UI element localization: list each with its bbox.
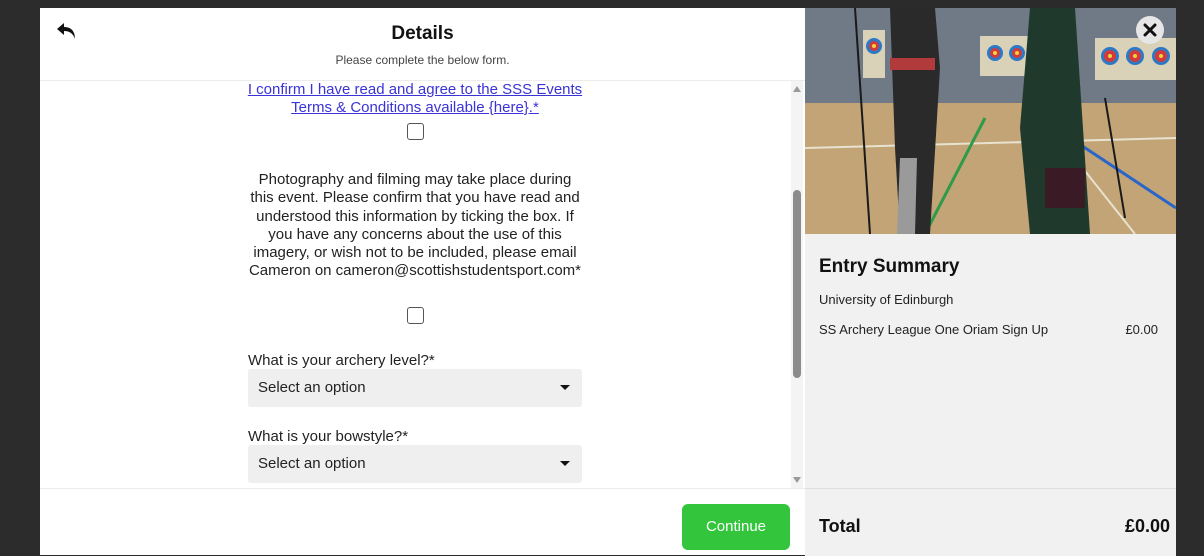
terms-checkbox[interactable] (407, 123, 424, 140)
total-label: Total (819, 516, 861, 536)
terms-conditions-link[interactable]: I confirm I have read and agree to the S… (245, 81, 585, 117)
bowstyle-label: What is your bowstyle?* (248, 428, 409, 445)
summary-organisation: University of Edinburgh (819, 292, 954, 307)
archery-level-label: What is your archery level?* (248, 352, 435, 369)
summary-item-name: SS Archery League One Oriam Sign Up (819, 322, 1049, 337)
summary-footer: Total £0.00 (805, 488, 1176, 556)
form-header: Details Please complete the below form. (40, 8, 805, 81)
archery-level-value: Select an option (258, 379, 366, 396)
caret-down-icon (560, 461, 570, 466)
form-footer: Continue (40, 488, 805, 556)
form-scroll-area: I confirm I have read and agree to the S… (40, 81, 805, 488)
close-icon (1143, 23, 1157, 37)
event-photo (805, 8, 1176, 234)
bowstyle-select[interactable]: Select an option (248, 445, 582, 483)
caret-down-icon (560, 385, 570, 390)
photography-consent-checkbox[interactable] (407, 307, 424, 324)
overlay-backdrop-right (1176, 0, 1204, 555)
page-title: Details (391, 23, 454, 44)
entry-summary-panel: Entry Summary University of Edinburgh SS… (805, 8, 1176, 556)
archery-range-photo (805, 8, 1176, 234)
page-subtitle: Please complete the below form. (335, 53, 510, 67)
bowstyle-value: Select an option (258, 455, 366, 472)
overlay-backdrop-left (0, 0, 40, 555)
details-form-panel: Details Please complete the below form. … (40, 8, 805, 555)
scroll-up-arrow-icon[interactable] (793, 86, 801, 92)
total-value: £0.00 (1124, 516, 1170, 536)
continue-button[interactable]: Continue (682, 504, 790, 550)
summary-title: Entry Summary (819, 256, 960, 277)
scrollbar-thumb[interactable] (793, 190, 801, 378)
event-entry-modal: Details Please complete the below form. … (40, 8, 1176, 556)
close-button[interactable] (1136, 16, 1164, 44)
photography-notice: Photography and filming may take place d… (248, 171, 582, 280)
scroll-down-arrow-icon[interactable] (793, 477, 801, 483)
archery-level-select[interactable]: Select an option (248, 369, 582, 407)
summary-item-price: £0.00 (1125, 322, 1158, 337)
